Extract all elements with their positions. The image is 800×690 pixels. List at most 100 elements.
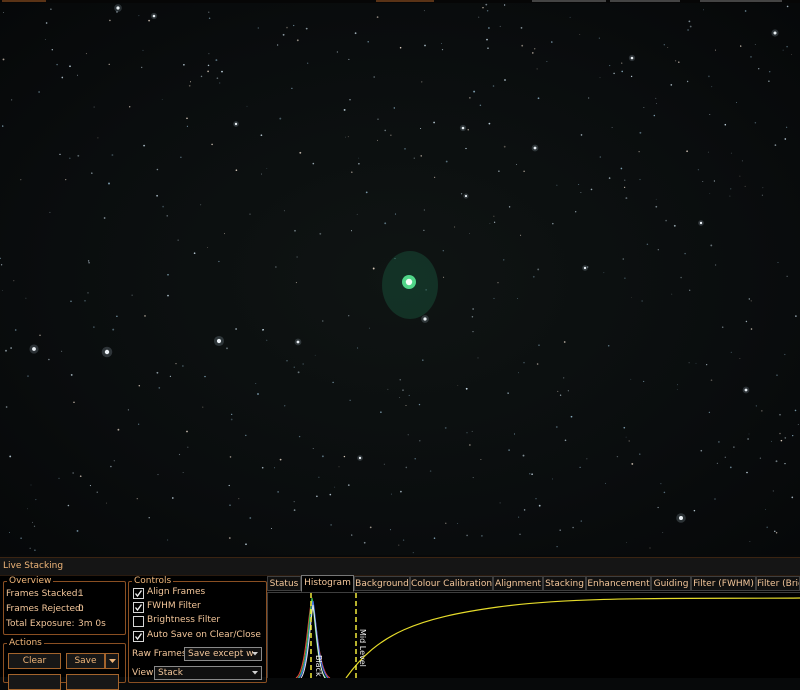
tab-histogram[interactable]: Histogram — [301, 575, 354, 592]
star — [497, 282, 499, 284]
star — [295, 282, 297, 284]
checkbox-box[interactable] — [133, 588, 144, 599]
tab-colour-calibration[interactable]: Colour Calibration — [410, 576, 493, 591]
star — [245, 434, 247, 437]
star — [791, 496, 794, 499]
star — [508, 449, 510, 451]
tab-stacking[interactable]: Stacking — [543, 576, 586, 591]
checkbox-box[interactable] — [133, 631, 144, 642]
toolbar-fragment — [700, 0, 782, 2]
star — [638, 151, 640, 153]
star — [25, 297, 27, 299]
star — [318, 476, 320, 478]
histogram-plot[interactable]: Black Mid Level — [267, 592, 800, 678]
star — [758, 68, 760, 70]
star — [177, 239, 179, 241]
star — [3, 12, 4, 14]
tab-background[interactable]: Background — [354, 576, 410, 591]
raw-frames-select[interactable]: Save except w — [184, 647, 262, 661]
star — [477, 357, 479, 359]
star — [400, 490, 402, 493]
save-button[interactable]: Save — [66, 653, 105, 669]
tab-guiding[interactable]: Guiding — [651, 576, 691, 591]
star — [293, 509, 296, 511]
star — [0, 257, 1, 259]
star — [113, 460, 115, 462]
star — [312, 162, 315, 165]
star — [332, 381, 334, 384]
star — [680, 276, 682, 279]
star — [469, 232, 470, 234]
star — [48, 358, 50, 361]
checkbox-box[interactable] — [133, 616, 144, 627]
view-select[interactable]: Stack — [154, 666, 262, 680]
star — [9, 532, 11, 534]
star — [780, 439, 783, 442]
star — [776, 374, 778, 376]
star — [156, 194, 158, 197]
star — [741, 160, 743, 162]
star — [200, 75, 203, 78]
star — [670, 84, 673, 86]
star — [296, 256, 298, 258]
star — [631, 462, 634, 465]
actions-button-partial[interactable] — [8, 674, 61, 690]
star — [689, 25, 692, 28]
star — [87, 260, 90, 262]
star — [674, 60, 677, 62]
star — [657, 249, 659, 251]
star — [58, 477, 60, 480]
star — [556, 184, 558, 186]
star — [93, 106, 95, 108]
star — [536, 68, 538, 70]
star — [621, 62, 623, 64]
star — [784, 437, 787, 439]
star — [570, 415, 573, 418]
stacked-image-view[interactable] — [0, 3, 800, 555]
star — [649, 547, 651, 549]
star — [714, 498, 716, 500]
star — [639, 178, 641, 181]
tab-status[interactable]: Status — [267, 576, 301, 591]
star — [69, 65, 71, 68]
tab-filter-brightness[interactable]: Filter (Brig — [756, 576, 800, 591]
star — [739, 358, 741, 359]
star — [786, 5, 789, 8]
star — [655, 198, 657, 200]
star — [535, 498, 537, 500]
star — [109, 19, 111, 22]
save-dropdown-button[interactable] — [105, 653, 119, 669]
star — [653, 114, 656, 117]
star — [786, 275, 788, 277]
star — [238, 498, 240, 500]
star — [471, 316, 474, 318]
star — [797, 423, 799, 426]
star — [50, 8, 52, 10]
tab-filter-fwhm[interactable]: Filter (FWHM) — [691, 576, 756, 591]
star — [699, 221, 703, 225]
star — [111, 154, 114, 156]
panel-title-bar: Live Stacking — [0, 557, 800, 576]
star — [404, 148, 406, 150]
star — [419, 440, 421, 442]
star — [373, 76, 376, 78]
star — [297, 371, 300, 374]
star — [1, 290, 3, 291]
tab-alignment[interactable]: Alignment — [493, 576, 543, 591]
star — [590, 188, 593, 191]
star — [466, 432, 468, 434]
tab-enhancement[interactable]: Enhancement — [586, 576, 651, 591]
star — [493, 297, 495, 299]
star — [782, 49, 784, 51]
star — [482, 7, 484, 9]
actions-button-partial[interactable] — [66, 674, 119, 690]
star — [286, 360, 288, 362]
star — [567, 390, 569, 392]
checkbox-box[interactable] — [133, 602, 144, 613]
star — [424, 44, 426, 47]
star — [766, 526, 768, 529]
clear-button[interactable]: Clear — [8, 653, 61, 669]
star — [695, 362, 697, 364]
star — [479, 104, 482, 107]
star — [768, 80, 770, 83]
